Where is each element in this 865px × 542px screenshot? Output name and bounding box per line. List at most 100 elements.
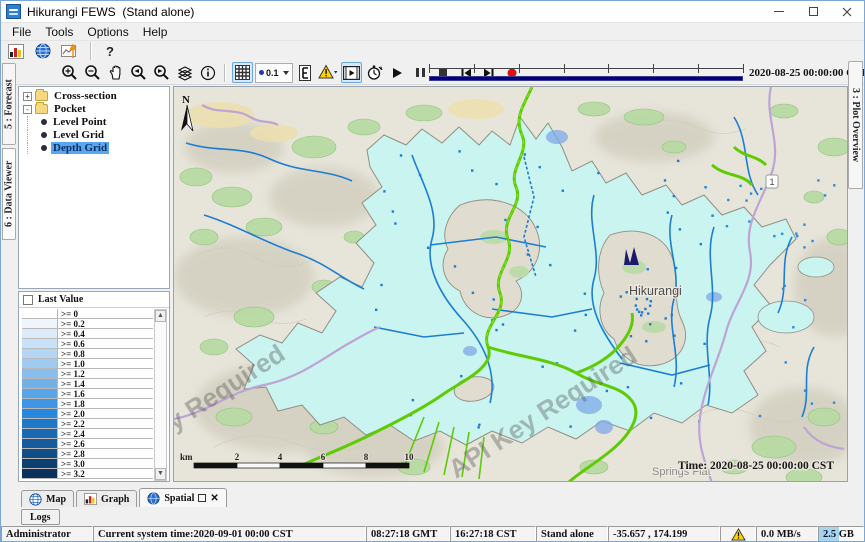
tab-graph[interactable]: Graph bbox=[76, 490, 137, 507]
sidebar-tab-data-viewer[interactable]: 6 : Data Viewer bbox=[2, 148, 16, 240]
timeline-track[interactable] bbox=[429, 63, 743, 74]
legend-row[interactable]: >= 1.8 bbox=[22, 399, 153, 409]
legend-color-swatch bbox=[22, 349, 58, 358]
warnings-dropdown-button[interactable] bbox=[318, 62, 339, 83]
scroll-down-icon[interactable]: ▼ bbox=[155, 468, 166, 480]
chart-display-button[interactable] bbox=[5, 41, 26, 62]
tree-item-label[interactable]: Pocket bbox=[52, 103, 88, 115]
tree-item-level-grid[interactable]: Level Grid bbox=[23, 129, 169, 141]
legend-row-label: >= 0.6 bbox=[58, 339, 153, 348]
legend-row[interactable]: >= 0.2 bbox=[22, 319, 153, 329]
legend-row[interactable]: >= 1.4 bbox=[22, 379, 153, 389]
map-display-button[interactable] bbox=[32, 41, 53, 62]
legend-toggle-button[interactable] bbox=[295, 62, 316, 83]
tab-plot-overview-label: 3 : Plot Overview bbox=[850, 88, 861, 162]
play-button[interactable] bbox=[387, 62, 408, 83]
spatial-globe-icon bbox=[147, 492, 160, 505]
folder-icon bbox=[35, 91, 48, 101]
tree-item-pocket[interactable]: - Pocket bbox=[23, 103, 169, 115]
node-bullet-icon bbox=[41, 119, 47, 125]
zoom-out-button[interactable] bbox=[82, 62, 103, 83]
legend-row-label: >= 3.0 bbox=[58, 459, 153, 468]
map-canvas[interactable]: 1 API Key Required API Key Required bbox=[173, 86, 848, 482]
sidebar-tab-plot-overview[interactable]: 3 : Plot Overview bbox=[848, 61, 863, 189]
timeline-slider[interactable] bbox=[429, 63, 743, 83]
zoom-in-button[interactable] bbox=[59, 62, 80, 83]
zoom-out-icon bbox=[84, 64, 101, 81]
sidebar-tab-forecast[interactable]: 5 : Forecast bbox=[2, 63, 16, 145]
maximize-button[interactable] bbox=[796, 1, 830, 22]
tab-spatial[interactable]: Spatial ✕ bbox=[139, 488, 226, 507]
legend-row[interactable]: >= 1.6 bbox=[22, 389, 153, 399]
tree-item-label-selected[interactable]: Depth Grid bbox=[51, 142, 109, 154]
legend-color-swatch bbox=[22, 389, 58, 398]
help-button[interactable]: ? bbox=[102, 44, 118, 59]
legend-row[interactable]: >= 0.6 bbox=[22, 339, 153, 349]
node-bullet-icon bbox=[41, 145, 47, 151]
tree-item-label[interactable]: Cross-section bbox=[52, 90, 119, 102]
tree-item-depth-grid[interactable]: Depth Grid bbox=[23, 142, 169, 154]
app-icon bbox=[6, 4, 21, 19]
status-mode: Stand alone bbox=[536, 526, 608, 542]
tab-close-icon[interactable]: ✕ bbox=[210, 493, 218, 504]
scroll-up-icon[interactable]: ▲ bbox=[155, 310, 166, 322]
last-value-checkbox[interactable] bbox=[23, 295, 33, 305]
zoom-in-icon bbox=[61, 64, 78, 81]
legend-row[interactable]: >= 2.6 bbox=[22, 439, 153, 449]
legend-row[interactable]: >= 0 bbox=[22, 309, 153, 319]
legend-row-label: >= 0 bbox=[58, 309, 153, 318]
menu-tools[interactable]: Tools bbox=[38, 24, 80, 40]
legend-row[interactable]: >= 1.2 bbox=[22, 369, 153, 379]
classbreak-interval-dropdown[interactable]: 0.1 bbox=[255, 63, 293, 83]
animation-interval-button[interactable] bbox=[364, 62, 385, 83]
menu-help[interactable]: Help bbox=[136, 24, 175, 40]
legend-row[interactable]: >= 2.2 bbox=[22, 419, 153, 429]
close-icon bbox=[842, 7, 852, 17]
tab-map[interactable]: Map bbox=[21, 490, 74, 507]
legend-row[interactable]: >= 2.4 bbox=[22, 429, 153, 439]
grid-icon bbox=[235, 65, 250, 80]
tab-restore-icon[interactable] bbox=[198, 494, 206, 502]
tree-item-label[interactable]: Level Point bbox=[51, 116, 108, 128]
minimize-button[interactable] bbox=[762, 1, 796, 22]
legend-row[interactable]: >= 0.8 bbox=[22, 349, 153, 359]
legend-row[interactable]: >= 2.8 bbox=[22, 449, 153, 459]
window-controls bbox=[762, 1, 864, 22]
tree-item-cross-section[interactable]: + Cross-section bbox=[23, 90, 169, 102]
collapse-icon[interactable]: - bbox=[23, 105, 32, 114]
zoom-previous-button[interactable] bbox=[128, 62, 149, 83]
timeseries-display-button[interactable] bbox=[59, 41, 80, 62]
grid-display-button[interactable] bbox=[232, 62, 253, 83]
legend-row[interactable]: >= 3.2 bbox=[22, 469, 153, 479]
map-time-label: Time: 2020-08-25 00:00:00 CST bbox=[678, 460, 834, 472]
legend-row[interactable]: >= 2.0 bbox=[22, 409, 153, 419]
legend-scrollbar[interactable]: ▲ ▼ bbox=[154, 309, 167, 481]
movie-icon bbox=[343, 66, 360, 80]
logs-button[interactable]: Logs bbox=[21, 509, 60, 525]
close-button[interactable] bbox=[830, 1, 864, 22]
layers-button[interactable] bbox=[174, 62, 195, 83]
legend-row[interactable]: >= 3.0 bbox=[22, 459, 153, 469]
animation-panel-button[interactable] bbox=[341, 62, 362, 83]
status-local-time: 16:27:18 CST bbox=[450, 526, 536, 542]
layers-icon bbox=[177, 65, 193, 81]
legend-row[interactable]: >= 1.0 bbox=[22, 359, 153, 369]
pause-button[interactable] bbox=[410, 62, 431, 83]
expander-icon[interactable]: + bbox=[23, 92, 32, 101]
menu-options[interactable]: Options bbox=[80, 24, 135, 40]
status-system-time: Current system time:2020-09-01 00:00 CST bbox=[93, 526, 366, 542]
classbreak-interval-value: 0.1 bbox=[266, 68, 279, 78]
pan-button[interactable] bbox=[105, 62, 126, 83]
menu-bar: File Tools Options Help bbox=[1, 23, 864, 41]
svg-text:km: km bbox=[180, 452, 193, 462]
status-warning-cell[interactable] bbox=[720, 526, 756, 542]
legend-row[interactable]: >= 0.4 bbox=[22, 329, 153, 339]
zoom-next-button[interactable] bbox=[151, 62, 172, 83]
title-bar[interactable]: Hikurangi FEWS (Stand alone) bbox=[1, 1, 864, 23]
tab-spatial-label: Spatial bbox=[164, 493, 194, 504]
tree-item-level-point[interactable]: Level Point bbox=[23, 116, 169, 128]
legend-color-swatch bbox=[22, 429, 58, 438]
menu-file[interactable]: File bbox=[5, 24, 38, 40]
info-button[interactable] bbox=[197, 62, 218, 83]
tree-item-label[interactable]: Level Grid bbox=[51, 129, 106, 141]
